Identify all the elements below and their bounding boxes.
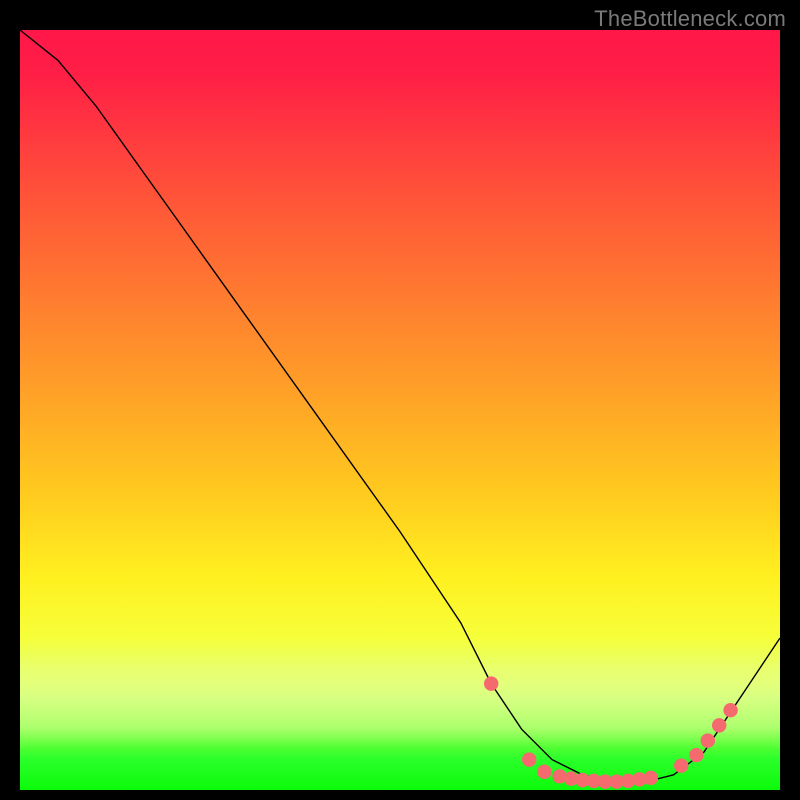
marker-dot	[689, 748, 703, 762]
marker-dot	[674, 758, 688, 772]
marker-dot	[712, 718, 726, 732]
chart-area	[20, 30, 780, 790]
marker-group	[484, 676, 738, 788]
bottleneck-curve	[20, 30, 780, 782]
attribution-text: TheBottleneck.com	[594, 6, 786, 32]
marker-dot	[484, 676, 498, 690]
marker-dot	[537, 765, 551, 779]
chart-svg	[20, 30, 780, 790]
marker-dot	[701, 733, 715, 747]
marker-dot	[723, 703, 737, 717]
marker-dot	[522, 752, 536, 766]
marker-dot	[644, 771, 658, 785]
